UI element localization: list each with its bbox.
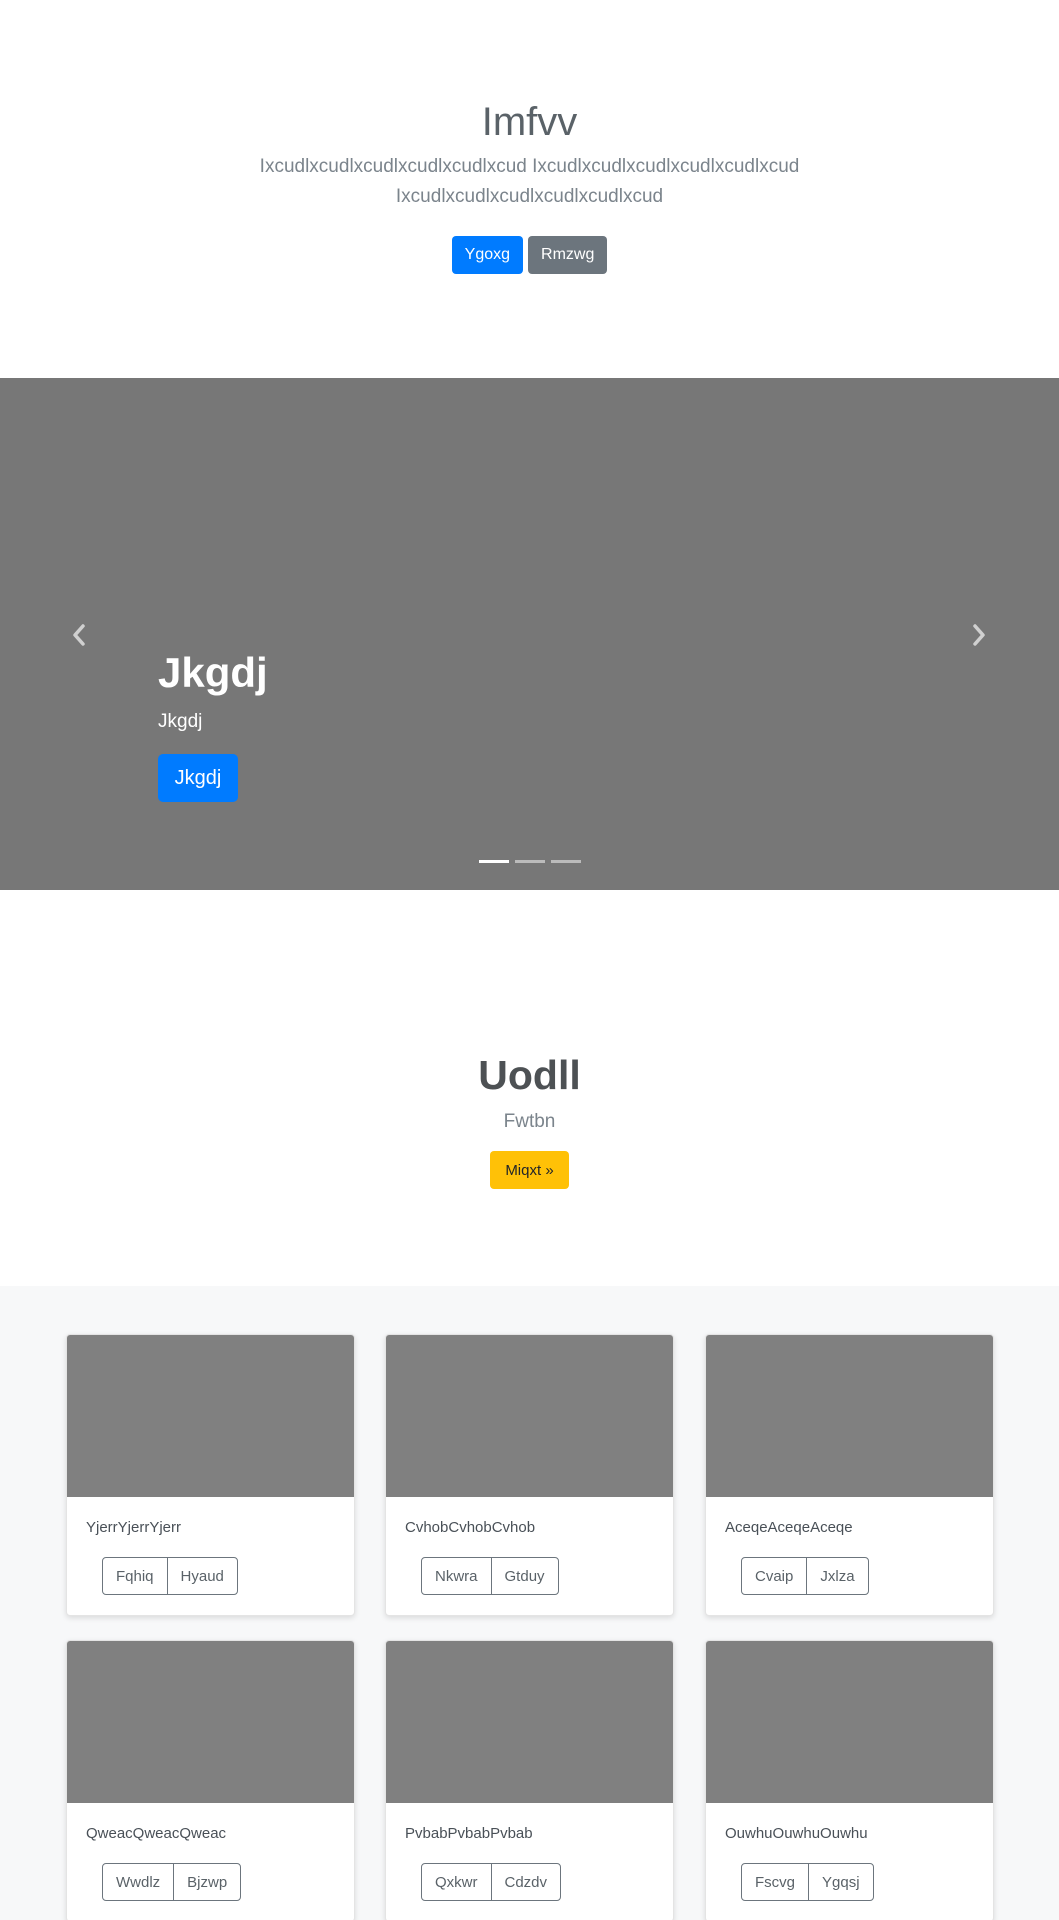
feature-button[interactable]: Miqxt » <box>490 1151 569 1189</box>
hero-secondary-button[interactable]: Rmzwg <box>528 236 608 274</box>
carousel-caption-text: Jkgdj <box>158 711 203 732</box>
card-button[interactable]: Cdzdv <box>490 1863 562 1901</box>
card-image-placeholder <box>386 1641 673 1803</box>
card-text: CvhobCvhobCvhob <box>405 1519 536 1536</box>
card-button[interactable]: Nkwra <box>421 1557 492 1595</box>
card: AceqeAceqeAceqe Cvaip Jxlza <box>705 1334 994 1616</box>
hero-lead-text: Ixcudlxcudlxcudlxcudlxcudlxcud Ixcudlxcu… <box>259 156 800 207</box>
carousel-indicator-2[interactable] <box>514 860 545 863</box>
hero-primary-button[interactable]: Ygoxg <box>451 236 524 274</box>
card-album: YjerrYjerrYjerr Fqhiq Hyaud CvhobCvhobCv… <box>0 1286 1059 1920</box>
hero-button-group: Ygoxg Rmzwg <box>0 236 1059 274</box>
chevron-left-icon <box>73 624 85 646</box>
feature-title: Uodll <box>478 1052 581 1098</box>
card-button-group: Nkwra Gtduy <box>421 1557 559 1595</box>
card-text: OuwhuOuwhuOuwhu <box>725 1825 868 1842</box>
card-button-group: Fqhiq Hyaud <box>102 1557 238 1595</box>
carousel-caption-button[interactable]: Jkgdj <box>158 754 238 802</box>
hero-title: Imfvv <box>481 100 578 144</box>
card-text: AceqeAceqeAceqe <box>725 1519 853 1536</box>
card: OuwhuOuwhuOuwhu Fscvg Ygqsj <box>705 1640 994 1920</box>
card-button[interactable]: Wwdlz <box>102 1863 175 1901</box>
carousel-prev-button[interactable] <box>64 620 94 650</box>
card-image-placeholder <box>67 1335 354 1497</box>
carousel: Jkgdj Jkgdj Jkgdj <box>0 378 1059 890</box>
card-text: QweacQweacQweac <box>86 1825 227 1842</box>
card-button[interactable]: Fqhiq <box>102 1557 168 1595</box>
carousel-indicator-1[interactable] <box>478 860 509 863</box>
card-button-group: Cvaip Jxlza <box>741 1557 869 1595</box>
card-button[interactable]: Jxlza <box>806 1557 869 1595</box>
card-image-placeholder <box>67 1641 354 1803</box>
carousel-caption: Jkgdj Jkgdj Jkgdj <box>158 648 268 802</box>
card-image-placeholder <box>706 1335 993 1497</box>
card-button[interactable]: Cvaip <box>741 1557 808 1595</box>
card-button[interactable]: Ygqsj <box>808 1863 874 1901</box>
card-button[interactable]: Hyaud <box>166 1557 238 1595</box>
carousel-indicators <box>0 860 1059 863</box>
card: YjerrYjerrYjerr Fqhiq Hyaud <box>66 1334 355 1616</box>
card-button[interactable]: Fscvg <box>741 1863 810 1901</box>
card-button-group: Wwdlz Bjzwp <box>102 1863 242 1901</box>
feature-subtitle: Fwtbn <box>503 1111 556 1132</box>
hero-section: Imfvv Ixcudlxcudlxcudlxcudlxcudlxcud Ixc… <box>0 0 1059 378</box>
chevron-right-icon <box>973 624 985 646</box>
card-button[interactable]: Bjzwp <box>173 1863 242 1901</box>
card: PvbabPvbabPvbab Qxkwr Cdzdv <box>385 1640 674 1920</box>
card-image-placeholder <box>706 1641 993 1803</box>
carousel-caption-title: Jkgdj <box>158 649 268 696</box>
card-button-group: Qxkwr Cdzdv <box>421 1863 562 1901</box>
card-text: PvbabPvbabPvbab <box>405 1825 533 1842</box>
carousel-next-button[interactable] <box>964 620 994 650</box>
card: QweacQweacQweac Wwdlz Bjzwp <box>66 1640 355 1920</box>
card-button[interactable]: Gtduy <box>490 1557 559 1595</box>
card-text: YjerrYjerrYjerr <box>86 1519 182 1536</box>
carousel-indicator-3[interactable] <box>550 860 581 863</box>
card-image-placeholder <box>386 1335 673 1497</box>
card-button-group: Fscvg Ygqsj <box>741 1863 874 1901</box>
feature-section: Uodll Fwtbn Miqxt » <box>0 890 1059 1286</box>
card-button[interactable]: Qxkwr <box>421 1863 492 1901</box>
card: CvhobCvhobCvhob Nkwra Gtduy <box>385 1334 674 1616</box>
